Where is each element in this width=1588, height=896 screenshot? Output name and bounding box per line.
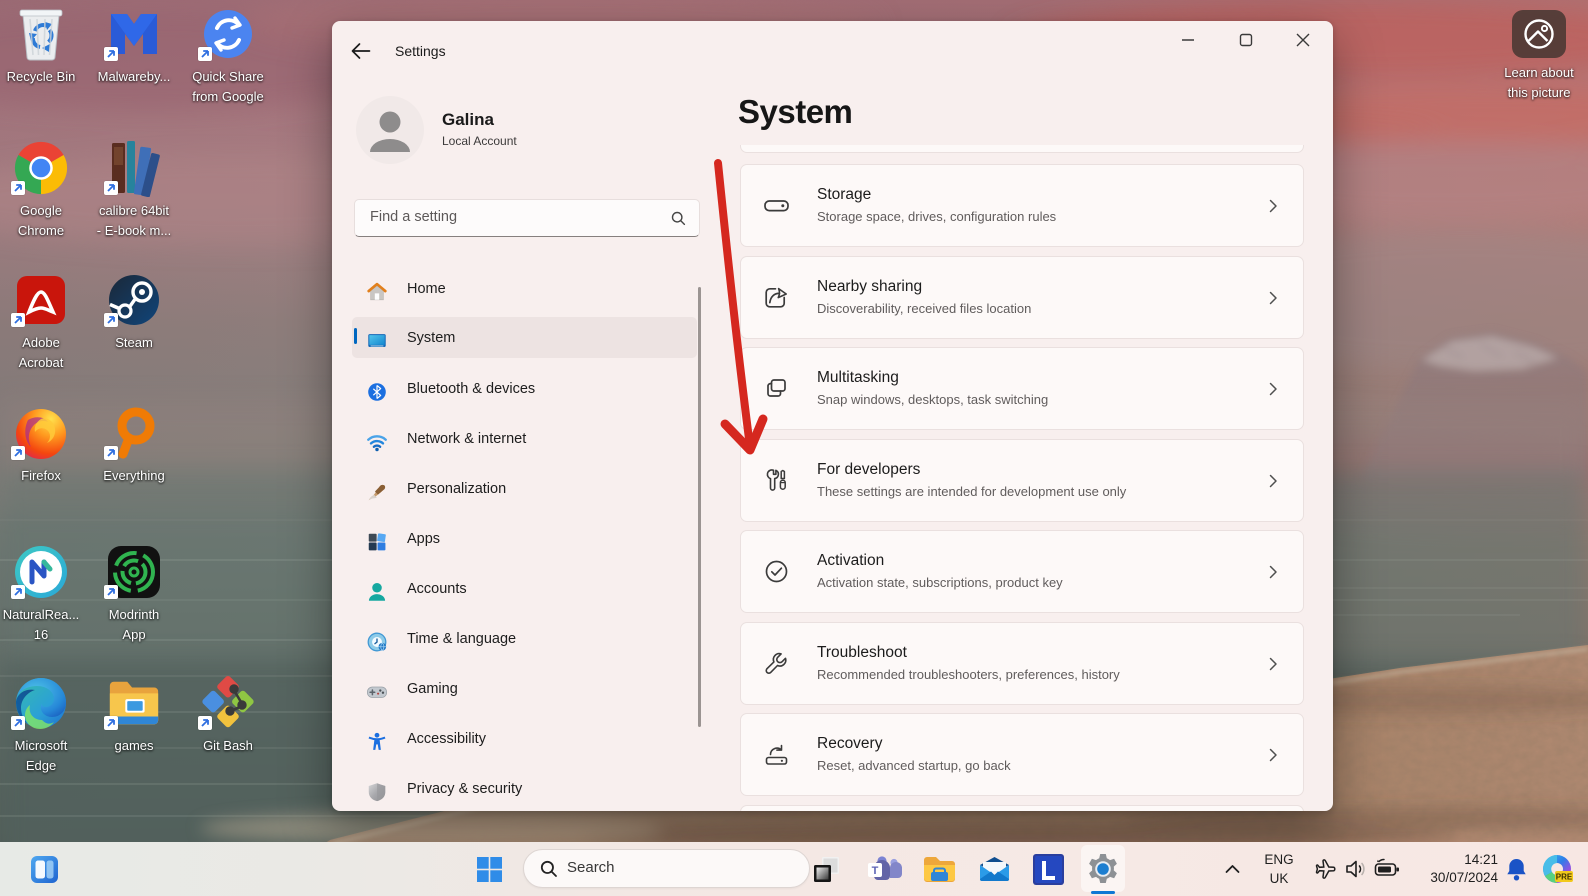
svg-text:T: T	[872, 865, 879, 877]
svg-text:PRE: PRE	[1556, 873, 1573, 882]
